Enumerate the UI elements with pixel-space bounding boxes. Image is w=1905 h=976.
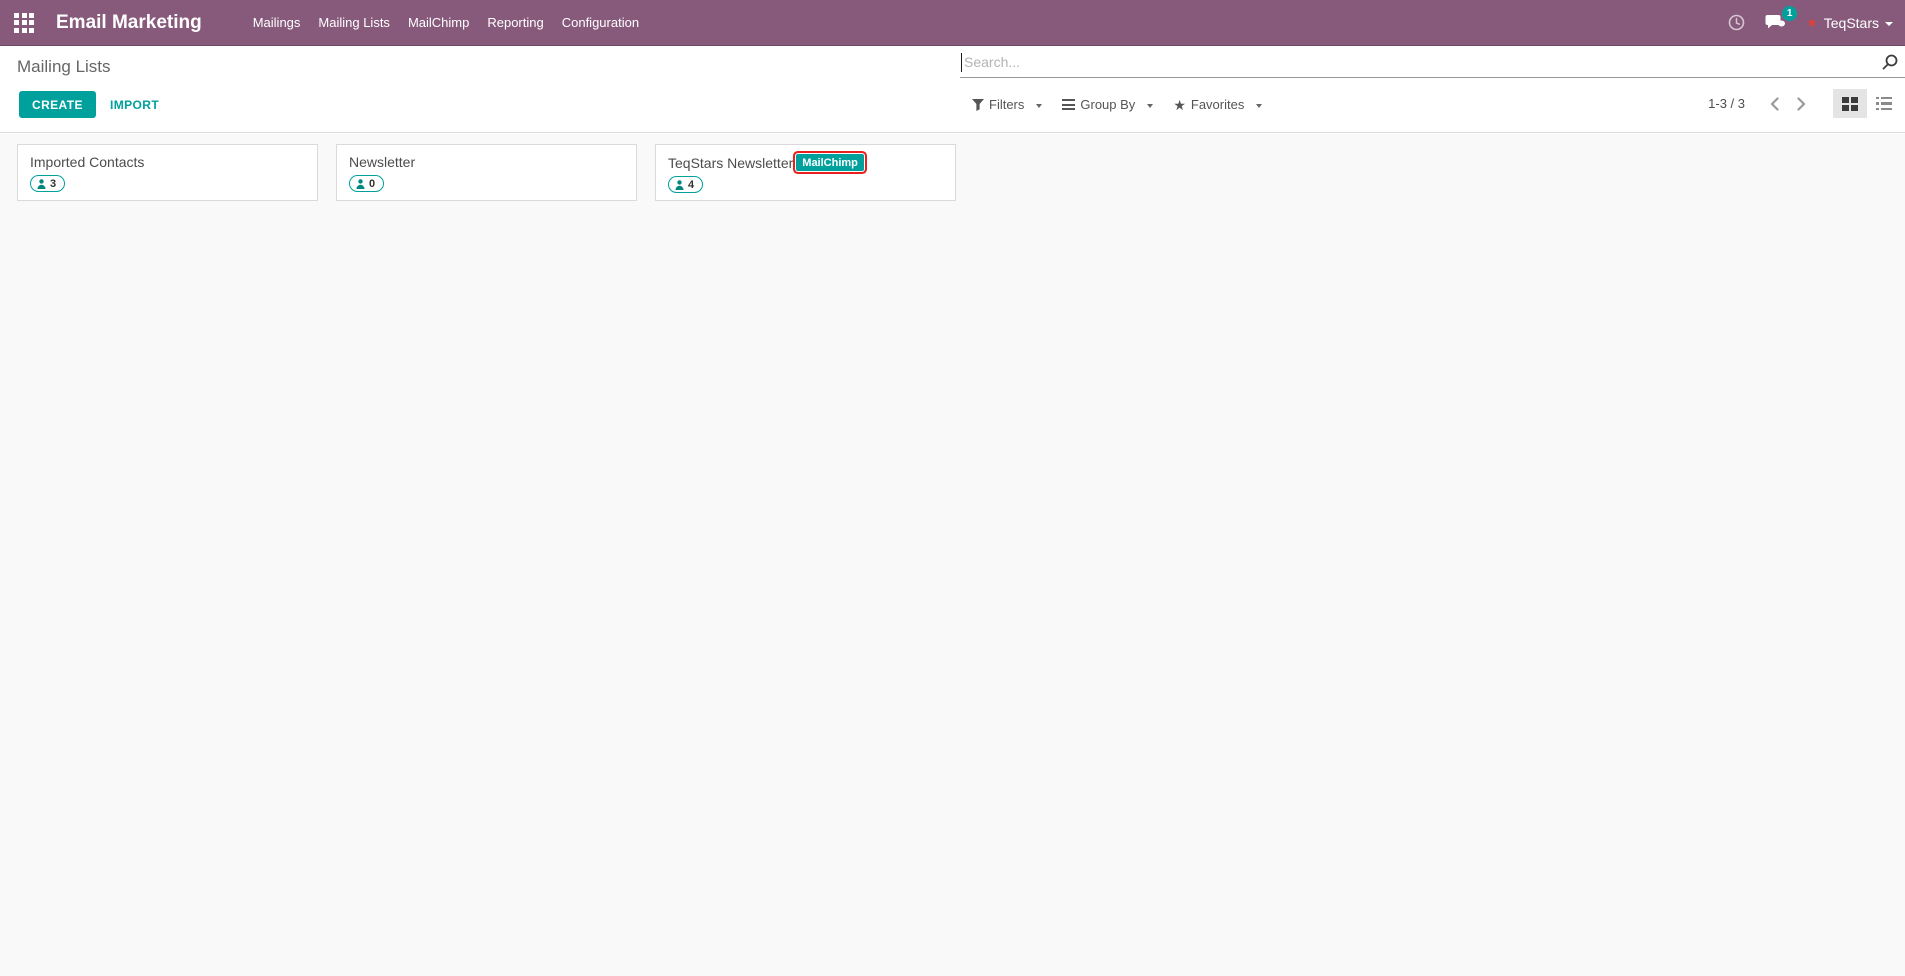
group-by-dropdown[interactable]: Group By bbox=[1062, 97, 1153, 112]
person-icon bbox=[675, 180, 684, 190]
group-by-label: Group By bbox=[1080, 97, 1135, 112]
user-name: TeqStars bbox=[1824, 15, 1879, 31]
favorites-dropdown[interactable]: ★ Favorites bbox=[1173, 97, 1262, 112]
group-by-icon bbox=[1062, 99, 1075, 110]
messages-badge: 1 bbox=[1782, 6, 1797, 21]
chevron-right-icon bbox=[1797, 97, 1806, 111]
nav-item-configuration[interactable]: Configuration bbox=[553, 0, 648, 45]
contacts-count: 3 bbox=[50, 178, 56, 190]
chevron-left-icon bbox=[1770, 97, 1779, 111]
apps-grid-icon bbox=[14, 13, 34, 33]
activities-button[interactable] bbox=[1718, 0, 1755, 45]
list-view-button[interactable] bbox=[1867, 89, 1901, 118]
card-title: TeqStars Newsletter bbox=[668, 155, 793, 171]
import-button[interactable]: IMPORT bbox=[100, 91, 169, 118]
card-title: Newsletter bbox=[349, 154, 415, 170]
filter-icon bbox=[972, 99, 984, 111]
nav-item-reporting[interactable]: Reporting bbox=[478, 0, 552, 45]
search-input[interactable] bbox=[960, 46, 1905, 77]
clock-icon bbox=[1728, 14, 1745, 31]
contacts-badge[interactable]: 4 bbox=[668, 176, 703, 193]
mailchimp-badge: MailChimp bbox=[796, 154, 864, 171]
person-icon bbox=[356, 179, 365, 189]
chevron-down-icon bbox=[1036, 104, 1042, 108]
contacts-count: 4 bbox=[688, 179, 694, 191]
messages-button[interactable]: 1 bbox=[1755, 0, 1796, 45]
favorites-label: Favorites bbox=[1191, 97, 1244, 112]
search-icon[interactable] bbox=[1882, 54, 1898, 70]
control-panel: Mailing Lists CREATE IMPORT Filters Grou… bbox=[0, 46, 1905, 133]
kanban-view: Imported Contacts 3 Newsletter 0 bbox=[0, 134, 1905, 976]
contacts-badge[interactable]: 3 bbox=[30, 175, 65, 192]
chevron-down-icon bbox=[1256, 104, 1262, 108]
user-avatar-icon: ★ bbox=[1806, 16, 1818, 29]
kanban-row: Imported Contacts 3 Newsletter 0 bbox=[0, 134, 1905, 201]
pager-next-button[interactable] bbox=[1788, 89, 1815, 118]
search-bar bbox=[960, 46, 1905, 78]
nav-item-mailing-lists[interactable]: Mailing Lists bbox=[309, 0, 399, 45]
kanban-card-newsletter[interactable]: Newsletter 0 bbox=[336, 144, 637, 201]
app-brand[interactable]: Email Marketing bbox=[56, 12, 202, 34]
favorites-icon: ★ bbox=[1173, 98, 1186, 112]
filters-dropdown[interactable]: Filters bbox=[972, 97, 1042, 112]
create-button[interactable]: CREATE bbox=[19, 91, 96, 118]
main-menu: Mailings Mailing Lists MailChimp Reporti… bbox=[244, 0, 648, 45]
kanban-card-teqstars-newsletter[interactable]: TeqStars Newsletter MailChimp 4 bbox=[655, 144, 956, 201]
nav-item-mailings[interactable]: Mailings bbox=[244, 0, 310, 45]
person-icon bbox=[37, 179, 46, 189]
card-title: Imported Contacts bbox=[30, 154, 144, 170]
pager-value: 1-3 / 3 bbox=[1708, 96, 1745, 111]
kanban-view-icon bbox=[1842, 97, 1858, 111]
pager-previous-button[interactable] bbox=[1761, 89, 1788, 118]
filters-label: Filters bbox=[989, 97, 1024, 112]
view-switcher bbox=[1833, 89, 1901, 118]
text-cursor bbox=[961, 53, 962, 72]
pager: 1-3 / 3 bbox=[1708, 89, 1901, 118]
list-view-icon bbox=[1876, 97, 1892, 111]
page-title: Mailing Lists bbox=[17, 57, 111, 77]
contacts-badge[interactable]: 0 bbox=[349, 175, 384, 192]
contacts-count: 0 bbox=[369, 178, 375, 190]
user-menu[interactable]: ★ TeqStars bbox=[1796, 0, 1905, 45]
chevron-down-icon bbox=[1147, 104, 1153, 108]
kanban-view-button[interactable] bbox=[1833, 89, 1867, 118]
top-navbar: Email Marketing Mailings Mailing Lists M… bbox=[0, 0, 1905, 46]
systray: 1 ★ TeqStars bbox=[1718, 0, 1905, 45]
apps-menu-button[interactable] bbox=[0, 0, 48, 45]
search-menus: Filters Group By ★ Favorites bbox=[972, 91, 1262, 118]
nav-item-mailchimp[interactable]: MailChimp bbox=[399, 0, 478, 45]
kanban-card-imported-contacts[interactable]: Imported Contacts 3 bbox=[17, 144, 318, 201]
chevron-down-icon bbox=[1885, 22, 1893, 26]
